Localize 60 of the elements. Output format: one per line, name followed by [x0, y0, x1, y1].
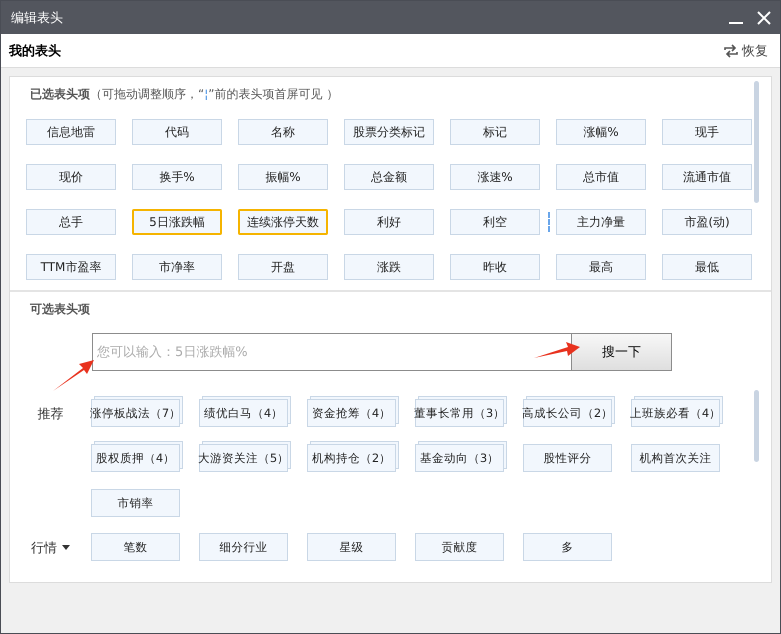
restore-button[interactable]: 恢复	[723, 42, 768, 60]
caret-icon[interactable]	[62, 545, 70, 550]
column-chip[interactable]: 主力净量	[556, 209, 646, 235]
group-label[interactable]: 行情	[31, 539, 57, 557]
search-field[interactable]: 您可以输入：5日涨跌幅%	[92, 333, 572, 371]
column-chip[interactable]: 代码	[132, 119, 222, 145]
column-chip[interactable]: 5日涨跌幅	[132, 209, 222, 235]
column-chip[interactable]: 股性评分	[523, 444, 612, 472]
window-title: 编辑表头	[11, 10, 64, 26]
column-chip[interactable]: 市盈(动)	[662, 209, 752, 235]
column-chip[interactable]: 股票分类标记	[344, 119, 434, 145]
column-group-chip[interactable]: 高成长公司（2）	[523, 399, 612, 427]
column-chip[interactable]: 名称	[238, 119, 328, 145]
panel-title: 可选表头项	[29, 301, 91, 318]
column-chip[interactable]: 总手	[26, 209, 116, 235]
column-chip[interactable]: 利好	[344, 209, 434, 235]
column-chip[interactable]: 总市值	[556, 164, 646, 190]
column-group-chip[interactable]: 涨停板战法（7）	[91, 399, 180, 427]
column-group-chip[interactable]: 上班族必看（4）	[631, 399, 720, 427]
panel-title: 已选表头项（可拖动调整顺序，“¦”前的表头项首屏可见 ）	[29, 86, 340, 103]
column-chip[interactable]: 振幅%	[238, 164, 328, 190]
column-chip[interactable]: TTM市盈率	[26, 254, 116, 280]
column-chip[interactable]: 贡献度	[415, 533, 504, 561]
column-chip[interactable]: 涨跌	[344, 254, 434, 280]
column-chip[interactable]: 最高	[556, 254, 646, 280]
column-chip[interactable]: 细分行业	[199, 533, 288, 561]
column-chip[interactable]: 开盘	[238, 254, 328, 280]
column-group-chip[interactable]: 机构持仓（2）	[307, 444, 396, 472]
column-chip[interactable]: 星级	[307, 533, 396, 561]
column-chip[interactable]: 涨速%	[450, 164, 540, 190]
scrollbar-thumb[interactable]	[754, 81, 759, 203]
column-chip[interactable]: 现手	[662, 119, 752, 145]
column-chip[interactable]: 市净率	[132, 254, 222, 280]
column-chip[interactable]: 标记	[450, 119, 540, 145]
column-chip[interactable]: 最低	[662, 254, 752, 280]
column-chip[interactable]: 多	[523, 533, 612, 561]
column-chip[interactable]: 涨幅%	[556, 119, 646, 145]
section-title: 我的表头	[9, 42, 62, 60]
column-chip[interactable]: 昨收	[450, 254, 540, 280]
column-chip[interactable]: 机构首次关注	[631, 444, 720, 472]
group-label: 推荐	[38, 406, 64, 423]
column-chip[interactable]: 换手%	[132, 164, 222, 190]
column-chip[interactable]: 利空	[450, 209, 540, 235]
column-group-chip[interactable]: 股权质押（4）	[91, 444, 180, 472]
column-group-chip[interactable]: 大游资关注（5）	[199, 444, 288, 472]
refresh-icon	[723, 44, 739, 58]
column-chip[interactable]: 笔数	[91, 533, 180, 561]
column-chip[interactable]: 信息地雷	[26, 119, 116, 145]
close-icon[interactable]	[756, 10, 772, 26]
column-chip[interactable]: 市销率	[91, 489, 180, 517]
search-button[interactable]: 搜一下	[572, 333, 672, 371]
column-group-chip[interactable]: 董事长常用（3）	[415, 399, 504, 427]
column-chip[interactable]: 现价	[26, 164, 116, 190]
column-group-chip[interactable]: 绩优白马（4）	[199, 399, 288, 427]
column-chip[interactable]: 流通市值	[662, 164, 752, 190]
column-group-chip[interactable]: 资金抢筹（4）	[307, 399, 396, 427]
scrollbar-thumb[interactable]	[754, 390, 759, 462]
column-chip[interactable]: 总金额	[344, 164, 434, 190]
column-group-chip[interactable]: 基金动向（3）	[415, 444, 504, 472]
column-chip[interactable]: 连续涨停天数	[238, 209, 328, 235]
